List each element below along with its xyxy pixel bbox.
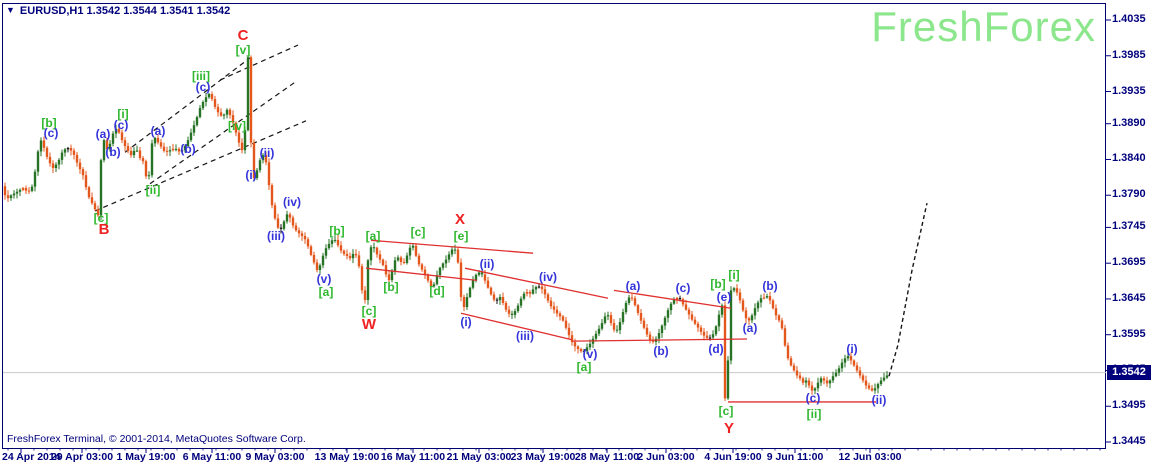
price-tick-label: 1.3745 bbox=[1112, 220, 1146, 233]
wave-label: (iii) bbox=[516, 329, 534, 343]
ohlc-readout: EURUSD,H1 1.3542 1.3544 1.3541 1.3542 bbox=[19, 5, 231, 17]
wave-label: (iv) bbox=[539, 270, 557, 284]
time-tick-label: 1 May 19:00 bbox=[116, 451, 176, 463]
time-tick-label: 9 May 03:00 bbox=[245, 451, 305, 463]
time-tick-label: 13 May 19:00 bbox=[314, 451, 380, 463]
wave-label: (c) bbox=[114, 118, 129, 132]
wave-label: (ii) bbox=[872, 393, 887, 407]
wave-label: (b) bbox=[180, 142, 195, 156]
time-tick-label: 4 Jun 19:00 bbox=[704, 451, 762, 463]
wave-label: [a] bbox=[366, 229, 381, 243]
wave-labels: [b](c) (a)(b)[i](c) (a)(b)[ii][c]B[iii](c)… bbox=[41, 27, 886, 437]
wave-label: (i) bbox=[460, 315, 471, 329]
time-tick-label: 2 Jun 03:00 bbox=[637, 451, 695, 463]
wave-label: [d] bbox=[429, 284, 444, 298]
wave-label: (c) bbox=[676, 281, 691, 295]
time-tick-label: 28 May 11:00 bbox=[574, 451, 640, 463]
wave-label: (a) bbox=[626, 279, 641, 293]
wave-label: [c] bbox=[719, 404, 734, 418]
price-tick-label: 1.3495 bbox=[1112, 399, 1146, 412]
wave-label: (e) bbox=[717, 290, 732, 304]
price-tick-label: 1.3695 bbox=[1112, 256, 1146, 269]
price-tick-label: 1.4035 bbox=[1112, 13, 1146, 25]
wave-label: (b) bbox=[653, 344, 668, 358]
wave-label: (v) bbox=[317, 272, 332, 286]
time-tick-label: 9 Jun 11:00 bbox=[766, 451, 824, 463]
wave-label: W bbox=[362, 316, 377, 333]
wave-label: [ii] bbox=[807, 407, 822, 421]
time-tick-label: 23 May 19:00 bbox=[510, 451, 576, 463]
wave-label: (v) bbox=[583, 347, 598, 361]
time-tick-label: 12 Jun 03:00 bbox=[838, 451, 902, 463]
wave-label: (iv) bbox=[283, 195, 301, 209]
terminal-copyright: FreshForex Terminal, © 2001-2014, MetaQu… bbox=[7, 433, 306, 445]
wave-label: (c) bbox=[806, 391, 821, 405]
wave-label: [a] bbox=[319, 285, 334, 299]
price-tick-label: 1.3985 bbox=[1112, 48, 1146, 61]
wave-label: X bbox=[455, 211, 465, 228]
wave-label: (b) bbox=[762, 279, 777, 293]
price-tick-label: 1.3445 bbox=[1112, 434, 1146, 447]
wave-label: [e] bbox=[454, 229, 469, 243]
time-tick-label: 6 May 11:00 bbox=[182, 451, 242, 463]
wave-label: [iv] bbox=[228, 119, 246, 133]
wave-label: (b) bbox=[105, 145, 120, 159]
wave-label: (i) bbox=[245, 168, 256, 182]
wave-label: [v] bbox=[236, 43, 251, 57]
wave-label: [c] bbox=[411, 225, 426, 239]
wave-label: (a) bbox=[743, 321, 758, 335]
wave-label: (ii) bbox=[480, 257, 495, 271]
wave-label: [b] bbox=[383, 280, 398, 294]
wave-label: (a) bbox=[151, 124, 166, 138]
wave-label: (c) bbox=[196, 80, 211, 94]
wave-label: Y bbox=[724, 420, 734, 437]
wave-label: [b] bbox=[329, 224, 344, 238]
price-tick-label: 1.3935 bbox=[1112, 84, 1146, 97]
wave-label: C bbox=[238, 27, 249, 44]
chart-window: FreshForex [b] (c) (a) (b) [i] (c) (a) (b) [ii][… bbox=[0, 0, 1152, 467]
chart-canvas[interactable]: [b](c) (a)(b)[i](c) (a)(b)[ii][c]B[iii](c)… bbox=[0, 0, 1152, 467]
time-tick-label: 16 May 11:00 bbox=[380, 451, 446, 463]
candles bbox=[3, 55, 889, 402]
wave-label: [i] bbox=[728, 268, 739, 282]
wave-label: (c) bbox=[44, 126, 59, 140]
price-tick-label: 1.3840 bbox=[1112, 152, 1146, 165]
wave-label: [a] bbox=[577, 360, 592, 374]
forecast-line bbox=[888, 202, 928, 377]
price-tick-label: 1.3890 bbox=[1112, 116, 1146, 129]
price-tick-label: 1.3645 bbox=[1112, 291, 1146, 304]
price-tick-label: 1.3790 bbox=[1112, 188, 1146, 201]
wave-label: [b] bbox=[710, 277, 725, 291]
wave-label: (d) bbox=[708, 342, 723, 356]
wave-label: [ii] bbox=[146, 183, 161, 197]
time-tick-label: 29 Apr 03:00 bbox=[50, 451, 114, 463]
wave-label: (a) bbox=[96, 127, 111, 141]
time-axis[interactable]: 24 Apr 2014 29 Apr 03:00 1 May 19:00 6 May … bbox=[0, 451, 1152, 467]
wave-label: (iii) bbox=[267, 229, 285, 243]
wave-label: B bbox=[99, 221, 110, 238]
time-tick-label: 21 May 03:00 bbox=[446, 451, 512, 463]
symbol-marker-icon: ▼ bbox=[6, 5, 15, 15]
chart-title: ▼ EURUSD,H1 1.3542 1.3544 1.3541 1.3542 bbox=[6, 5, 230, 17]
wave-label: (ii) bbox=[260, 146, 275, 160]
last-price-badge: 1.3542 bbox=[1107, 365, 1151, 381]
price-axis[interactable]: 1.4035 1.3985 1.3935 1.3890 1.3840 1.3790 1.37… bbox=[1107, 0, 1152, 467]
wave-label: (i) bbox=[846, 342, 857, 356]
price-tick-label: 1.3595 bbox=[1112, 327, 1146, 340]
